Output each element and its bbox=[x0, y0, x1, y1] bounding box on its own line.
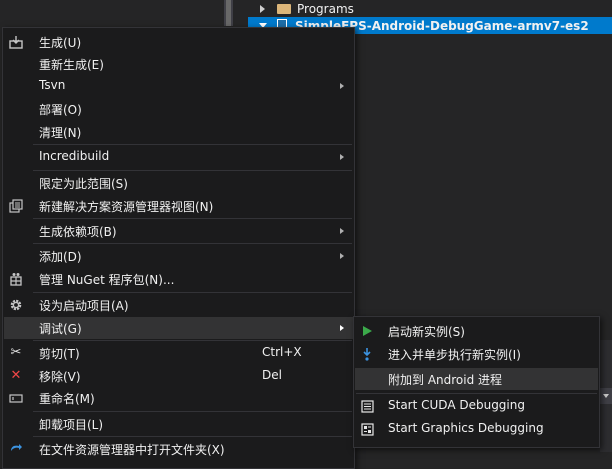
menu-separator bbox=[33, 292, 352, 293]
menu-item-label: 新建解决方案资源管理器视图(N) bbox=[39, 200, 214, 214]
menu-item-set-startup[interactable]: 设为启动项目(A) bbox=[4, 294, 353, 316]
folder-icon bbox=[277, 3, 291, 14]
menu-separator bbox=[33, 144, 352, 145]
graphics-debug-icon bbox=[359, 421, 375, 437]
menu-item-tsvn[interactable]: Tsvn bbox=[4, 75, 353, 97]
menu-separator bbox=[33, 218, 352, 219]
menu-item-label: 添加(D) bbox=[39, 250, 82, 264]
submenu-item-step-into-new-instance[interactable]: 进入并单步执行新实例(I) bbox=[355, 343, 598, 365]
shortcut-label: Del bbox=[262, 368, 282, 382]
menu-item-open-folder[interactable]: 在文件资源管理器中打开文件夹(X) bbox=[4, 438, 353, 460]
submenu-item-start-new-instance[interactable]: 启动新实例(S) bbox=[355, 320, 598, 342]
menu-item-build-dependencies[interactable]: 生成依赖项(B) bbox=[4, 220, 353, 242]
menu-separator bbox=[33, 170, 352, 171]
start-icon bbox=[359, 323, 375, 339]
menu-item-label: 限定为此范围(S) bbox=[39, 177, 128, 191]
menu-separator bbox=[356, 393, 597, 394]
rename-icon bbox=[8, 390, 24, 406]
step-into-icon bbox=[359, 346, 375, 362]
menu-separator bbox=[33, 340, 352, 341]
chevron-down-icon bbox=[603, 394, 609, 398]
menu-item-label: 管理 NuGet 程序包(N)... bbox=[39, 273, 175, 287]
submenu-item-start-graphics-debugging[interactable]: Start Graphics Debugging bbox=[355, 418, 598, 440]
menu-item-label: 重新生成(E) bbox=[39, 58, 104, 72]
nuget-icon bbox=[8, 271, 24, 287]
menu-item-incredibuild[interactable]: Incredibuild bbox=[4, 146, 353, 168]
submenu-item-start-cuda-debugging[interactable]: Start CUDA Debugging bbox=[355, 395, 598, 417]
debug-submenu: 启动新实例(S) 进入并单步执行新实例(I) 附加到 Android 进程 St… bbox=[353, 316, 600, 448]
menu-item-label: 卸载项目(L) bbox=[39, 418, 104, 432]
submenu-arrow-icon bbox=[340, 253, 344, 259]
menu-item-label: 重命名(M) bbox=[39, 392, 95, 406]
tree-item-label: Programs bbox=[297, 1, 354, 16]
submenu-arrow-icon bbox=[340, 83, 344, 89]
menu-item-label: 部署(O) bbox=[39, 103, 82, 117]
menu-item-label: Start CUDA Debugging bbox=[388, 398, 525, 412]
gear-icon bbox=[8, 297, 24, 313]
splitter-grip[interactable] bbox=[226, 0, 231, 26]
menu-item-add[interactable]: 添加(D) bbox=[4, 245, 353, 267]
submenu-arrow-icon bbox=[340, 228, 344, 234]
new-view-icon bbox=[8, 198, 24, 214]
menu-item-scope-to-this[interactable]: 限定为此范围(S) bbox=[4, 172, 353, 194]
menu-item-manage-nuget[interactable]: 管理 NuGet 程序包(N)... bbox=[4, 268, 353, 290]
menu-separator bbox=[33, 243, 352, 244]
menu-item-deploy[interactable]: 部署(O) bbox=[4, 98, 353, 120]
submenu-arrow-icon bbox=[340, 325, 344, 331]
menu-item-label: 启动新实例(S) bbox=[388, 325, 465, 339]
submenu-item-attach-android-process[interactable]: 附加到 Android 进程 bbox=[355, 368, 598, 390]
menu-item-label: 清理(N) bbox=[39, 126, 82, 140]
menu-item-unload-project[interactable]: 卸载项目(L) bbox=[4, 413, 353, 435]
shortcut-label: Ctrl+X bbox=[262, 345, 302, 359]
menu-item-label: Start Graphics Debugging bbox=[388, 421, 544, 435]
menu-item-label: 移除(V) bbox=[39, 370, 81, 384]
context-menu: 生成(U) 重新生成(E) Tsvn 部署(O) 清理(N) Incredibu… bbox=[2, 27, 355, 469]
menu-item-label: 附加到 Android 进程 bbox=[388, 373, 503, 387]
cuda-icon bbox=[359, 398, 375, 414]
remove-icon: ✕ bbox=[10, 368, 22, 383]
background-dropdown[interactable] bbox=[600, 388, 612, 404]
menu-item-debug[interactable]: 调试(G) bbox=[4, 317, 353, 339]
menu-item-remove[interactable]: ✕ 移除(V) Del bbox=[4, 365, 353, 387]
expand-arrow-icon[interactable] bbox=[260, 4, 265, 13]
menu-item-label: 生成(U) bbox=[39, 36, 82, 50]
menu-item-label: 剪切(T) bbox=[39, 347, 80, 361]
menu-item-rebuild[interactable]: 重新生成(E) bbox=[4, 53, 353, 75]
submenu-arrow-icon bbox=[340, 154, 344, 160]
menu-item-label: Tsvn bbox=[39, 78, 66, 92]
menu-item-build[interactable]: 生成(U) bbox=[4, 31, 353, 53]
tree-item-programs[interactable]: Programs bbox=[248, 0, 612, 17]
menu-item-label: Incredibuild bbox=[39, 149, 110, 163]
menu-item-cut[interactable]: ✂ 剪切(T) Ctrl+X bbox=[4, 342, 353, 364]
panel-splitter[interactable] bbox=[224, 0, 233, 26]
menu-item-label: 在文件资源管理器中打开文件夹(X) bbox=[39, 443, 225, 457]
menu-separator bbox=[33, 411, 352, 412]
menu-item-label: 进入并单步执行新实例(I) bbox=[388, 348, 521, 362]
menu-item-new-explorer-view[interactable]: 新建解决方案资源管理器视图(N) bbox=[4, 195, 353, 217]
menu-separator bbox=[33, 436, 352, 437]
build-icon bbox=[8, 34, 24, 50]
scissors-icon: ✂ bbox=[10, 345, 22, 360]
menu-item-rename[interactable]: 重命名(M) bbox=[4, 387, 353, 409]
open-folder-icon bbox=[8, 441, 24, 457]
menu-item-label: 调试(G) bbox=[39, 322, 82, 336]
menu-item-label: 设为启动项目(A) bbox=[39, 299, 129, 313]
menu-item-clean[interactable]: 清理(N) bbox=[4, 121, 353, 143]
menu-item-label: 生成依赖项(B) bbox=[39, 225, 117, 239]
